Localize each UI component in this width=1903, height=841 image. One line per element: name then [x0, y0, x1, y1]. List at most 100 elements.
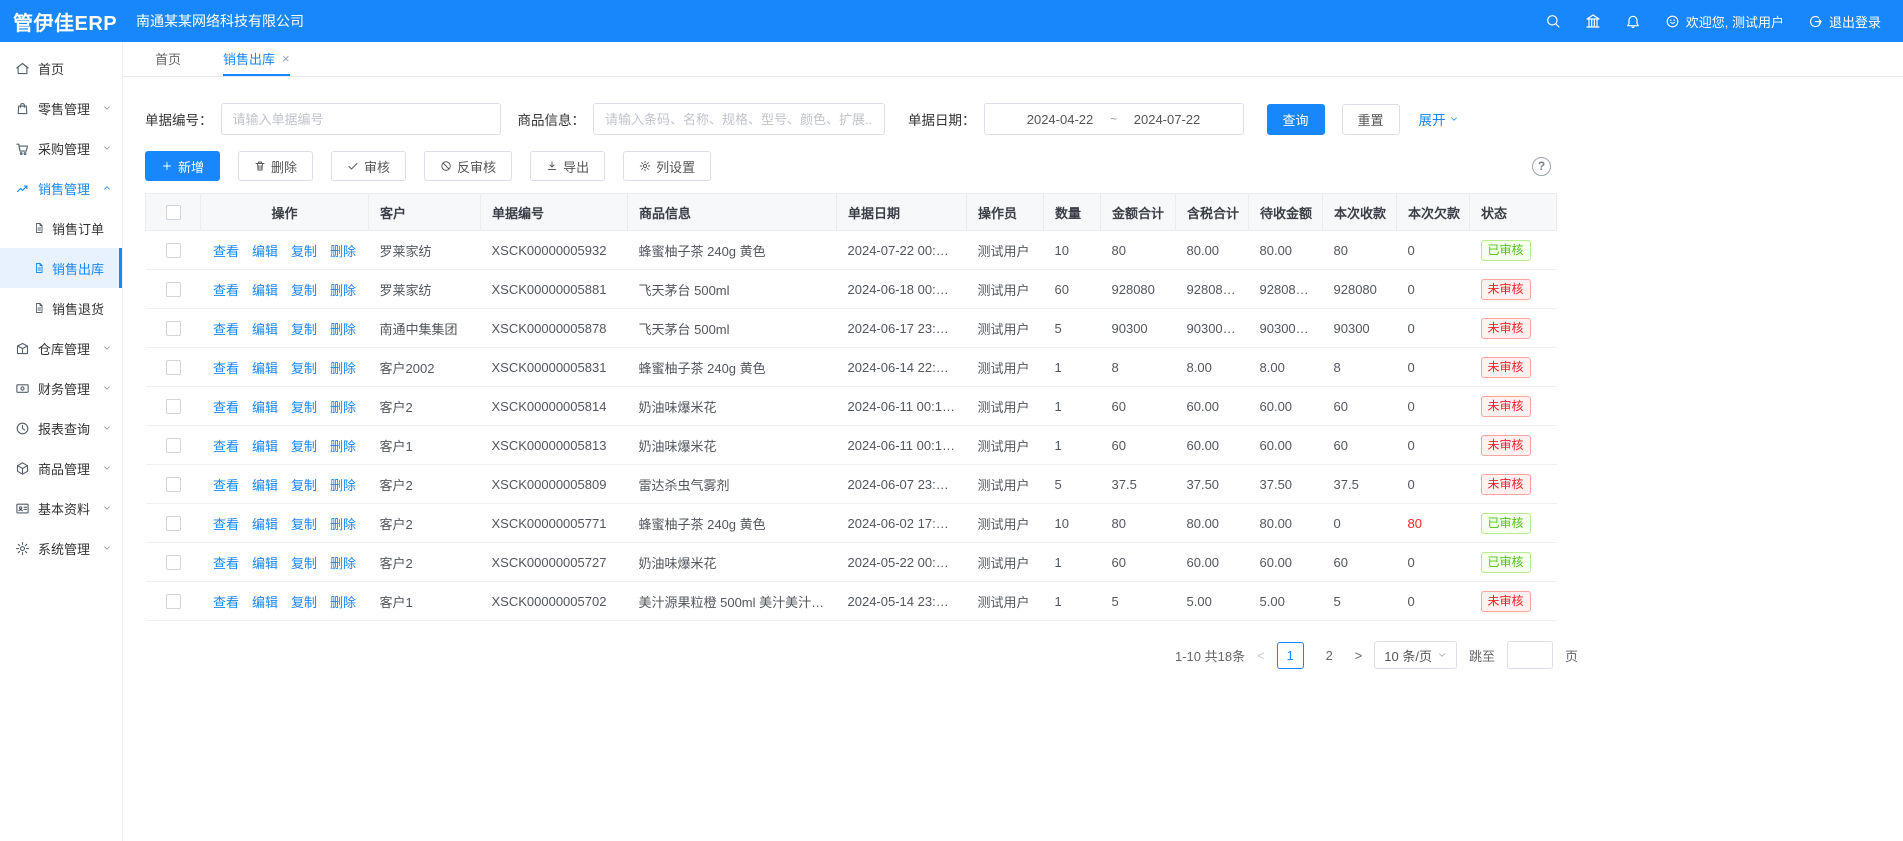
search-icon[interactable]: [1545, 13, 1561, 29]
view-link[interactable]: 查看: [213, 358, 239, 377]
reset-button[interactable]: 重置: [1342, 104, 1400, 135]
sidebar-item-sales-return[interactable]: 销售退货: [0, 288, 122, 328]
view-link[interactable]: 查看: [213, 280, 239, 299]
prev-page-button[interactable]: <: [1257, 648, 1265, 663]
sidebar-item-sales[interactable]: 销售管理: [0, 168, 122, 208]
row-checkbox[interactable]: [166, 360, 181, 375]
doc-no-cell: XSCK00000005771: [481, 504, 628, 543]
operator-cell: 测试用户: [967, 426, 1044, 465]
copy-link[interactable]: 复制: [291, 241, 317, 260]
view-link[interactable]: 查看: [213, 397, 239, 416]
row-checkbox[interactable]: [166, 321, 181, 336]
next-page-button[interactable]: >: [1355, 648, 1363, 663]
page-2-button[interactable]: 2: [1316, 642, 1343, 669]
date-end-input[interactable]: [1121, 112, 1213, 127]
sidebar-item-retail[interactable]: 零售管理: [0, 88, 122, 128]
sidebar-item-sales-outbound[interactable]: 销售出库: [0, 248, 122, 288]
row-checkbox[interactable]: [166, 516, 181, 531]
help-icon[interactable]: ?: [1532, 157, 1551, 176]
copy-link[interactable]: 复制: [291, 592, 317, 611]
edit-link[interactable]: 编辑: [252, 553, 278, 572]
sidebar-item-warehouse[interactable]: 仓库管理: [0, 328, 122, 368]
add-button[interactable]: 新增: [145, 151, 220, 181]
delete-link[interactable]: 删除: [330, 475, 356, 494]
delete-link[interactable]: 删除: [330, 241, 356, 260]
copy-link[interactable]: 复制: [291, 514, 317, 533]
delete-button[interactable]: 删除: [238, 151, 313, 181]
page-1-button[interactable]: 1: [1277, 642, 1304, 669]
product-cell: 美汁源果粒橙 500ml 美汁美汁美汁...: [628, 582, 837, 621]
user-welcome[interactable]: 欢迎您, 测试用户: [1665, 12, 1784, 31]
view-link[interactable]: 查看: [213, 475, 239, 494]
copy-link[interactable]: 复制: [291, 436, 317, 455]
copy-link[interactable]: 复制: [291, 475, 317, 494]
delete-link[interactable]: 删除: [330, 553, 356, 572]
date-range-picker[interactable]: ~: [984, 103, 1244, 135]
view-link[interactable]: 查看: [213, 436, 239, 455]
doc-no-cell: XSCK00000005809: [481, 465, 628, 504]
edit-link[interactable]: 编辑: [252, 514, 278, 533]
delete-link[interactable]: 删除: [330, 436, 356, 455]
doc-no-input[interactable]: [221, 103, 501, 135]
edit-link[interactable]: 编辑: [252, 358, 278, 377]
edit-link[interactable]: 编辑: [252, 280, 278, 299]
row-checkbox[interactable]: [166, 594, 181, 609]
view-link[interactable]: 查看: [213, 241, 239, 260]
unaudit-button[interactable]: 反审核: [424, 151, 512, 181]
copy-link[interactable]: 复制: [291, 397, 317, 416]
edit-link[interactable]: 编辑: [252, 592, 278, 611]
row-checkbox[interactable]: [166, 438, 181, 453]
product-info-input[interactable]: [593, 103, 885, 135]
home-nav-icon[interactable]: [1585, 13, 1601, 29]
view-link[interactable]: 查看: [213, 553, 239, 572]
row-checkbox[interactable]: [166, 282, 181, 297]
view-link[interactable]: 查看: [213, 319, 239, 338]
expand-link[interactable]: 展开: [1419, 109, 1459, 129]
jump-page-input[interactable]: [1507, 641, 1553, 669]
sidebar-item-finance[interactable]: 财务管理: [0, 368, 122, 408]
copy-link[interactable]: 复制: [291, 358, 317, 377]
sidebar-item-reports[interactable]: 报表查询: [0, 408, 122, 448]
delete-link[interactable]: 删除: [330, 319, 356, 338]
row-checkbox[interactable]: [166, 243, 181, 258]
close-icon[interactable]: ×: [282, 51, 290, 66]
col-header-amount: 金额合计: [1101, 194, 1176, 231]
edit-link[interactable]: 编辑: [252, 397, 278, 416]
copy-link[interactable]: 复制: [291, 319, 317, 338]
delete-link[interactable]: 删除: [330, 592, 356, 611]
row-checkbox[interactable]: [166, 555, 181, 570]
sidebar-item-purchase[interactable]: 采购管理: [0, 128, 122, 168]
view-link[interactable]: 查看: [213, 592, 239, 611]
tab-sales-outbound[interactable]: 销售出库 ×: [223, 42, 290, 76]
date-start-input[interactable]: [1014, 112, 1106, 127]
delete-link[interactable]: 删除: [330, 358, 356, 377]
delete-link[interactable]: 删除: [330, 514, 356, 533]
copy-link[interactable]: 复制: [291, 553, 317, 572]
search-button[interactable]: 查询: [1267, 104, 1325, 135]
tab-home[interactable]: 首页: [155, 42, 181, 76]
delete-link[interactable]: 删除: [330, 280, 356, 299]
delete-link[interactable]: 删除: [330, 397, 356, 416]
sidebar-item-basic-data[interactable]: 基本资料: [0, 488, 122, 528]
logout-button[interactable]: 退出登录: [1808, 12, 1881, 31]
edit-link[interactable]: 编辑: [252, 436, 278, 455]
edit-link[interactable]: 编辑: [252, 475, 278, 494]
edit-link[interactable]: 编辑: [252, 319, 278, 338]
status-badge: 已审核: [1481, 552, 1531, 573]
page-size-select[interactable]: 10 条/页: [1374, 641, 1457, 669]
row-checkbox[interactable]: [166, 399, 181, 414]
bell-icon[interactable]: [1625, 13, 1641, 29]
export-button[interactable]: 导出: [530, 151, 605, 181]
sidebar-item-system[interactable]: 系统管理: [0, 528, 122, 568]
row-checkbox[interactable]: [166, 477, 181, 492]
copy-link[interactable]: 复制: [291, 280, 317, 299]
column-settings-button[interactable]: 列设置: [623, 151, 711, 181]
sidebar-item-sales-order[interactable]: 销售订单: [0, 208, 122, 248]
select-all-checkbox[interactable]: [166, 205, 181, 220]
audit-button[interactable]: 审核: [331, 151, 406, 181]
operator-cell: 测试用户: [967, 465, 1044, 504]
view-link[interactable]: 查看: [213, 514, 239, 533]
edit-link[interactable]: 编辑: [252, 241, 278, 260]
sidebar-item-products[interactable]: 商品管理: [0, 448, 122, 488]
sidebar-item-home[interactable]: 首页: [0, 48, 122, 88]
